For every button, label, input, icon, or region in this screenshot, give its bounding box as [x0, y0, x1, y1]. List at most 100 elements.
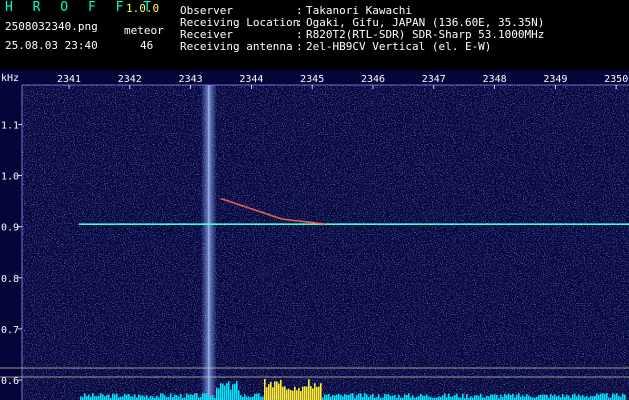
spectrum-bar — [122, 396, 124, 400]
spectrum-bar — [146, 395, 148, 400]
spectrum-bar — [622, 393, 624, 400]
spectrum-bar — [320, 383, 322, 400]
spectrum-bar — [476, 395, 478, 400]
y-tick-label-0.8: 0.8 — [1, 274, 19, 285]
spectrum-bar — [270, 382, 272, 400]
spectrum-bar — [256, 393, 258, 400]
spectrum-bar — [310, 385, 312, 400]
spectrum-bar — [218, 388, 220, 400]
spectrum-bar — [346, 394, 348, 400]
spectrum-bar — [106, 394, 108, 400]
spectrum-bar — [130, 396, 132, 400]
spectrum-bar — [304, 386, 306, 400]
spectrum-bar — [294, 386, 296, 400]
spectrum-bar — [212, 395, 214, 400]
spectrum-bar — [186, 393, 188, 400]
spectrum-bar — [276, 381, 278, 400]
spectrum-bar — [506, 395, 508, 400]
spectrum-bar — [624, 394, 626, 400]
spectrum-bar — [330, 396, 332, 400]
spectrum-bar — [84, 393, 86, 400]
spectrum-bar — [296, 390, 298, 400]
spectrum-bar — [222, 383, 224, 400]
spectrum-bar — [240, 394, 242, 400]
x-tick-label-2347: 2347 — [422, 74, 446, 85]
spectrum-bar — [108, 394, 110, 400]
spectrum-bar — [290, 390, 292, 400]
spectrum-bar — [274, 381, 276, 400]
spectrum-bar — [516, 394, 518, 400]
spectrum-bar — [594, 395, 596, 400]
spectrum-bar — [552, 395, 554, 400]
spectrum-bar — [204, 393, 206, 400]
spectrum-bar — [284, 386, 286, 400]
spectrum-bar — [264, 379, 266, 400]
spectrum-bar — [288, 388, 290, 400]
x-tick-label-2348: 2348 — [483, 74, 507, 85]
spectrogram-svg: kHz 2341 2342 2343 2344 2345 2346 2347 2348 2349 2… — [0, 70, 629, 400]
spectrum-bar — [254, 393, 256, 400]
noise-texture — [22, 85, 629, 400]
spectrum-bar — [492, 394, 494, 400]
spectrum-bar — [406, 394, 408, 400]
spectrum-bar — [100, 393, 102, 400]
spectrum-bar — [226, 383, 228, 400]
spectrum-bar — [572, 394, 574, 400]
spectrum-bar — [306, 386, 308, 400]
spectrum-bar — [442, 395, 444, 400]
spectrum-bar — [324, 394, 326, 400]
spectrum-bar — [244, 394, 246, 400]
spectrum-bar — [386, 394, 388, 400]
spectrum-bar — [450, 396, 452, 400]
spectrum-bar — [138, 394, 140, 400]
spectrum-bar — [520, 396, 522, 400]
spectrum-bar — [282, 386, 284, 400]
spectrum-bar — [326, 394, 328, 400]
spectrum-bar — [162, 393, 164, 400]
spectrum-bar — [116, 393, 118, 400]
spectrum-bar — [308, 379, 310, 400]
spectrum-bar — [150, 396, 152, 400]
spectrum-bar — [612, 393, 614, 400]
spectrum-bar — [486, 395, 488, 400]
spectrum-bar — [292, 390, 294, 400]
spectrum-bar — [390, 395, 392, 400]
spectrum-bar — [576, 396, 578, 400]
spectrum-bar — [316, 386, 318, 400]
y-unit-label: kHz — [1, 73, 19, 84]
spectrum-bar — [86, 396, 88, 400]
spectrum-bar — [236, 380, 238, 400]
file-name: 2508032340.png — [5, 20, 98, 33]
spectrum-bar — [338, 393, 340, 400]
spectrum-bar — [582, 395, 584, 400]
spectrum-bar — [332, 395, 334, 400]
spectrum-bar — [170, 393, 172, 400]
x-tick-label-2344: 2344 — [239, 74, 263, 85]
spectrum-bar — [508, 393, 510, 400]
spectrum-bar — [224, 385, 226, 400]
spectrum-bar — [300, 391, 302, 400]
spectrum-bar — [462, 393, 464, 400]
spectrum-bar — [144, 396, 146, 400]
spectrum-bar — [124, 393, 126, 400]
spectrum-bar — [248, 396, 250, 400]
x-tick-label-2350: 2350 — [604, 74, 628, 85]
spectrum-bar — [602, 393, 604, 400]
spectrum-bar — [370, 395, 372, 400]
spectrum-bar — [334, 395, 336, 400]
spectrum-bar — [272, 387, 274, 400]
spectrum-bar — [558, 395, 560, 400]
spectrum-bar — [126, 394, 128, 400]
spectrum-bar — [600, 393, 602, 400]
spectrum-bar — [142, 395, 144, 400]
spectrum-bar — [454, 395, 456, 400]
spectrum-bar — [456, 393, 458, 400]
spectrum-bar — [360, 393, 362, 400]
spectrum-bar — [496, 394, 498, 400]
y-tick-label-1.0: 1.0 — [1, 172, 19, 183]
spectrum-bar — [152, 396, 154, 400]
spectrum-bar — [352, 393, 354, 400]
spectrum-bar — [480, 393, 482, 400]
spectrum-bar — [364, 393, 366, 400]
spectrum-bar — [92, 393, 94, 400]
